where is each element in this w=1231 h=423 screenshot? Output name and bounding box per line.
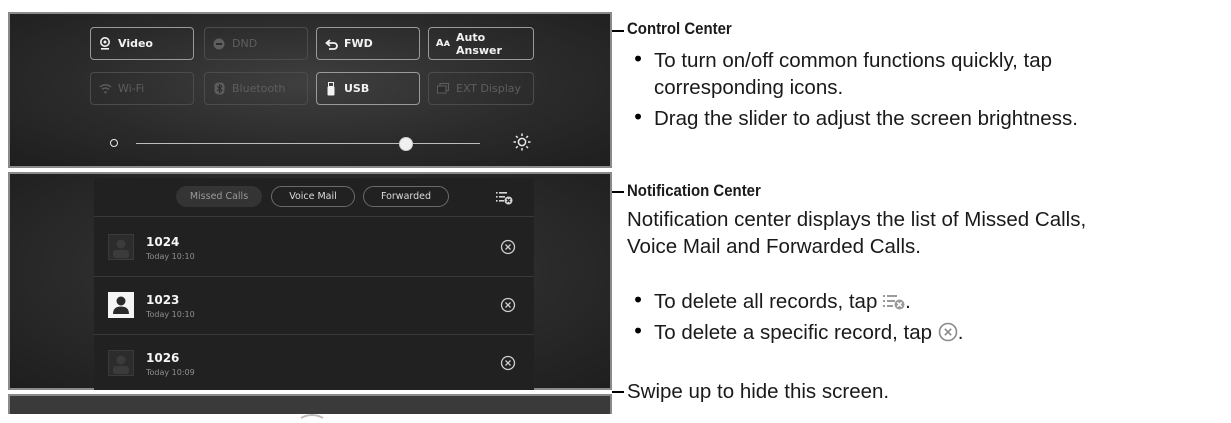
swipe-instruction: Swipe up to hide this screen.: [627, 380, 890, 403]
callout-line: [612, 191, 624, 193]
phone-screen: Video DND FWD Aᴀ Auto Answer Wi-Fi Bluet…: [8, 8, 612, 419]
auto-answer-icon: Aᴀ: [435, 38, 451, 49]
callout-line: [612, 391, 624, 393]
auto-answer-label: Auto Answer: [456, 30, 502, 57]
fwd-button[interactable]: FWD: [316, 27, 420, 60]
bullet-dot: •: [632, 105, 645, 129]
divider: [94, 216, 534, 217]
record-number: 1024: [146, 235, 180, 249]
notification-bullet-1-text: To delete all records, tap: [654, 290, 878, 313]
video-label: Video: [118, 37, 153, 50]
video-button[interactable]: Video: [90, 27, 194, 60]
callout-line: [612, 30, 624, 32]
tab-missed-calls[interactable]: Missed Calls: [176, 186, 262, 207]
brightness-slider-knob[interactable]: [399, 137, 413, 151]
avatar: [108, 292, 134, 318]
dnd-icon: [212, 38, 226, 50]
dnd-label: DND: [232, 37, 258, 50]
avatar: [108, 350, 134, 376]
avatar: [108, 234, 134, 260]
divider: [94, 334, 534, 335]
bullet-dot: •: [632, 47, 645, 71]
control-bullet-1-line2: corresponding icons.: [654, 76, 844, 99]
wifi-icon: [98, 83, 112, 94]
usb-label: USB: [344, 82, 370, 95]
delete-all-inline-icon: [883, 290, 905, 317]
tab-forwarded-label: Forwarded: [380, 191, 432, 202]
tab-voice-mail[interactable]: Voice Mail: [271, 186, 355, 207]
notification-desc-line1: Notification center displays the list of…: [627, 208, 1087, 231]
brightness-low-icon: [110, 139, 118, 147]
forward-icon: [324, 38, 338, 50]
control-center-panel: Video DND FWD Aᴀ Auto Answer Wi-Fi Bluet…: [8, 12, 612, 168]
record-time: Today 10:09: [146, 368, 195, 377]
tab-forwarded[interactable]: Forwarded: [363, 186, 449, 207]
notification-center-panel: Missed Calls Voice Mail Forwarded 1024 T…: [8, 172, 612, 390]
chevron-up-icon[interactable]: [300, 404, 324, 423]
wifi-button[interactable]: Wi-Fi: [90, 72, 194, 105]
ext-display-label: EXT Display: [456, 82, 522, 95]
wifi-label: Wi-Fi: [118, 82, 145, 95]
bullet-dot: •: [632, 319, 645, 343]
record-row[interactable]: 1023 Today 10:10: [94, 284, 534, 334]
notification-bullet-1: To delete all records, tap .: [654, 288, 911, 317]
bluetooth-label: Bluetooth: [232, 82, 286, 95]
notification-bullet-2: To delete a specific record, tap .: [654, 319, 963, 349]
brightness-slider-track[interactable]: [136, 143, 480, 144]
auto-answer-button[interactable]: Aᴀ Auto Answer: [428, 27, 534, 60]
divider: [94, 276, 534, 277]
brightness-high-icon: [513, 133, 531, 155]
notification-desc-line2: Voice Mail and Forwarded Calls.: [627, 235, 921, 258]
delete-record-icon[interactable]: [500, 297, 516, 317]
record-time: Today 10:10: [146, 252, 195, 261]
notification-center-heading: Notification Center: [627, 181, 761, 200]
tab-missed-calls-label: Missed Calls: [189, 191, 249, 202]
usb-icon: [324, 81, 338, 96]
ext-display-button[interactable]: EXT Display: [428, 72, 534, 105]
delete-record-icon[interactable]: [500, 355, 516, 375]
bluetooth-button[interactable]: Bluetooth: [204, 72, 308, 105]
delete-all-icon[interactable]: [496, 190, 513, 209]
notification-bullet-2-text: To delete a specific record, tap: [654, 321, 933, 344]
dnd-button[interactable]: DND: [204, 27, 308, 60]
delete-record-inline-icon: [938, 322, 958, 349]
record-row[interactable]: 1024 Today 10:10: [94, 226, 534, 276]
delete-record-icon[interactable]: [500, 239, 516, 259]
bluetooth-icon: [212, 82, 226, 95]
video-icon: [98, 37, 112, 50]
record-row[interactable]: 1026 Today 10:09: [94, 342, 534, 392]
control-bullet-1-line1: To turn on/off common functions quickly,…: [654, 49, 1053, 72]
tab-voice-mail-label: Voice Mail: [289, 191, 337, 202]
swipe-up-bar[interactable]: [8, 394, 612, 419]
fwd-label: FWD: [344, 37, 373, 50]
ext-display-icon: [436, 83, 450, 94]
record-number: 1023: [146, 293, 180, 307]
control-bullet-2: Drag the slider to adjust the screen bri…: [654, 107, 1078, 130]
record-number: 1026: [146, 351, 180, 365]
record-time: Today 10:10: [146, 310, 195, 319]
usb-button[interactable]: USB: [316, 72, 420, 105]
bullet-dot: •: [632, 288, 645, 312]
control-center-heading: Control Center: [627, 19, 732, 38]
